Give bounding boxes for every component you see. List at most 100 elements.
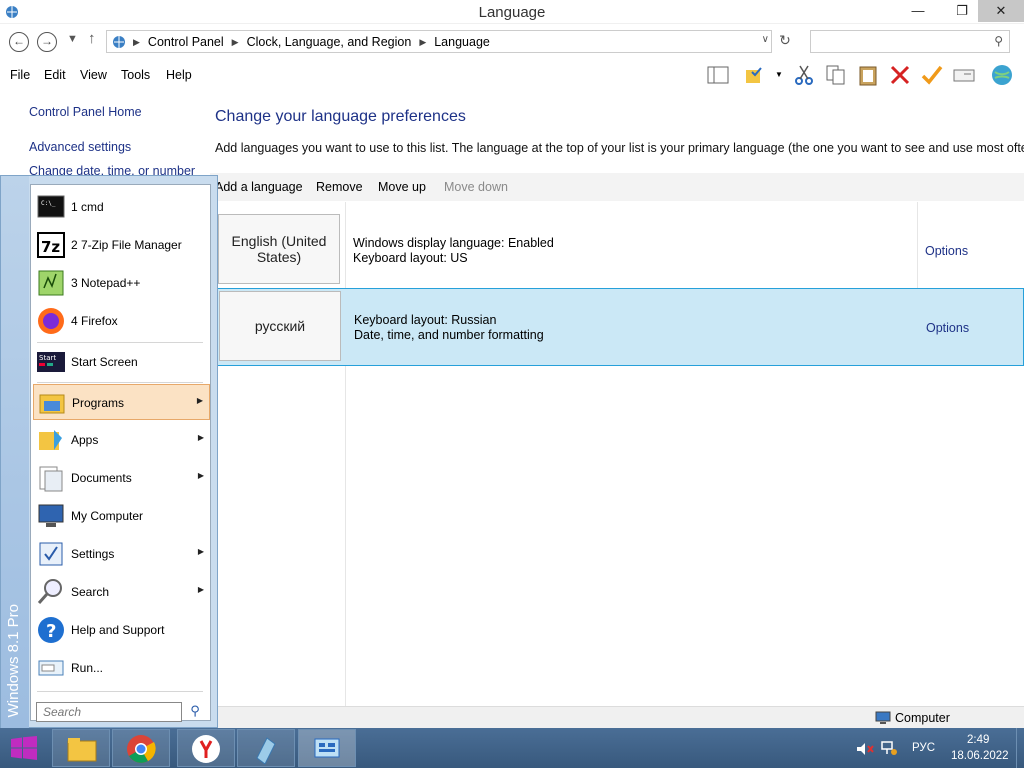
breadcrumb-clock-language-region[interactable]: Clock, Language, and Region [243, 35, 416, 49]
move-down-button[interactable]: Move down [444, 180, 508, 194]
search-input[interactable]: ⚲ [810, 30, 1010, 53]
windows-start-icon[interactable] [10, 736, 38, 760]
network-icon[interactable] [880, 740, 898, 756]
search-icon [37, 579, 62, 604]
menu-file[interactable]: File [10, 68, 30, 82]
start-item-label: Run... [71, 661, 104, 675]
taskbar-chrome[interactable] [112, 729, 170, 767]
apps-icon [39, 430, 62, 450]
views-dropdown-icon[interactable]: ▼ [775, 70, 783, 79]
menu-view[interactable]: View [80, 68, 107, 82]
start-item-programs[interactable]: Programs ▶ [33, 384, 210, 420]
svg-text:Start: Start [39, 354, 56, 362]
page-description: Add languages you want to use to this li… [215, 141, 1024, 155]
layout-icon[interactable] [706, 64, 730, 86]
help-icon: ? [38, 617, 64, 643]
documents-icon [39, 466, 63, 492]
add-language-button[interactable]: Add a language [215, 180, 303, 194]
start-item-label: 3 Notepad++ [71, 276, 141, 290]
start-item-7zip[interactable]: 7z 2 7-Zip File Manager [33, 227, 210, 263]
move-up-button[interactable]: Move up [378, 180, 426, 194]
notepad-plus-icon [38, 270, 64, 296]
breadcrumb-separator: ▶ [231, 36, 239, 47]
maximize-button[interactable]: ❐ [948, 0, 976, 22]
volume-muted-icon[interactable] [856, 742, 874, 756]
windows-edition-label: Windows 8.1 Pro [5, 603, 22, 717]
options-link-russian[interactable]: Options [926, 321, 969, 335]
start-item-label: 1 cmd [71, 200, 104, 214]
start-menu-panel: C:\_ 1 cmd 7z 2 7-Zip File Manager 3 Not… [30, 184, 211, 722]
start-item-notepad-plus[interactable]: 3 Notepad++ [33, 265, 210, 301]
paste-icon[interactable] [856, 64, 880, 86]
address-dropdown[interactable]: ∨ [762, 34, 769, 45]
start-item-search[interactable]: Search ▶ [33, 574, 210, 610]
computer-icon [38, 504, 64, 527]
up-button[interactable]: ↑ [88, 30, 96, 47]
start-item-cmd[interactable]: C:\_ 1 cmd [33, 189, 210, 225]
language-tile: English (United States) [218, 214, 340, 284]
start-item-start-screen[interactable]: Start Start Screen [33, 344, 210, 380]
search-icon[interactable]: ⚲ [186, 703, 204, 721]
close-button[interactable]: ✕ [978, 0, 1024, 22]
taskbar-file-explorer[interactable] [52, 729, 110, 767]
forward-button[interactable]: → [37, 32, 57, 52]
language-info-line: Keyboard layout: US [353, 251, 468, 265]
back-button[interactable]: ← [9, 32, 29, 52]
folder-check-icon[interactable] [744, 64, 768, 86]
programs-icon [39, 394, 65, 414]
start-menu: Windows 8.1 Pro C:\_ 1 cmd 7z 2 7-Zip Fi… [0, 175, 218, 729]
language-row-english[interactable]: English (United States) Windows display … [210, 210, 1024, 288]
breadcrumb-control-panel[interactable]: Control Panel [144, 35, 228, 49]
submenu-arrow-icon: ▶ [197, 547, 204, 556]
run-icon [38, 660, 64, 676]
menu-edit[interactable]: Edit [44, 68, 66, 82]
remove-button[interactable]: Remove [316, 180, 363, 194]
copy-icon[interactable] [824, 64, 848, 86]
title-bar: Language — ❐ ✕ [0, 0, 1024, 24]
breadcrumb-separator: ▶ [133, 36, 140, 47]
start-item-label: Start Screen [71, 355, 138, 369]
menu-help[interactable]: Help [166, 68, 192, 82]
globe-icon[interactable] [990, 64, 1014, 86]
breadcrumb-language[interactable]: Language [430, 35, 494, 49]
start-search-input[interactable]: Search [36, 702, 182, 722]
properties-icon[interactable] [952, 64, 976, 86]
status-computer-label: Computer [895, 711, 950, 725]
language-row-russian[interactable]: русский Keyboard layout: Russian Date, t… [210, 288, 1024, 366]
yandex-browser-icon [192, 735, 220, 763]
taskbar-control-panel[interactable] [298, 729, 356, 767]
minimize-button[interactable]: — [904, 0, 932, 22]
checkmark-icon[interactable] [920, 64, 944, 86]
7zip-icon: 7z [37, 232, 65, 258]
status-computer: Computer [875, 711, 950, 725]
start-item-label: Help and Support [71, 623, 165, 637]
delete-icon[interactable] [888, 64, 912, 86]
recent-pages-dropdown[interactable]: ▼ [67, 33, 78, 45]
input-language-indicator[interactable]: РУС [912, 742, 935, 754]
taskbar-yandex-browser[interactable] [177, 729, 235, 767]
start-item-help[interactable]: ? Help and Support [33, 612, 210, 648]
chrome-icon [127, 735, 156, 763]
start-item-apps[interactable]: Apps ▶ [33, 422, 210, 458]
taskbar-notepad[interactable] [237, 729, 295, 767]
start-item-my-computer[interactable]: My Computer [33, 498, 210, 534]
start-item-firefox[interactable]: 4 Firefox [33, 303, 210, 339]
language-info: Keyboard layout: Russian Date, time, and… [354, 313, 544, 343]
start-item-settings[interactable]: Settings ▶ [33, 536, 210, 572]
advanced-settings-link[interactable]: Advanced settings [29, 140, 131, 154]
file-explorer-icon [67, 738, 97, 762]
clock-time[interactable]: 2:49 [967, 734, 989, 746]
start-item-run[interactable]: Run... [33, 650, 210, 686]
control-panel-home-link[interactable]: Control Panel Home [29, 105, 142, 119]
options-link-english[interactable]: Options [925, 244, 968, 258]
menu-bar: File Edit View Tools Help ▼ [0, 60, 1024, 90]
address-box[interactable]: ▶ Control Panel ▶ Clock, Language, and R… [106, 30, 772, 53]
address-bar: ← → ▼ ↑ ▶ Control Panel ▶ Clock, Languag… [0, 24, 1024, 60]
control-panel-icon [113, 36, 125, 48]
start-item-documents[interactable]: Documents ▶ [33, 460, 210, 496]
show-desktop-button[interactable] [1016, 728, 1024, 768]
clock-date[interactable]: 18.06.2022 [951, 750, 1009, 762]
cut-icon[interactable] [792, 64, 816, 86]
refresh-icon[interactable]: ↻ [775, 32, 795, 52]
menu-tools[interactable]: Tools [121, 68, 150, 82]
